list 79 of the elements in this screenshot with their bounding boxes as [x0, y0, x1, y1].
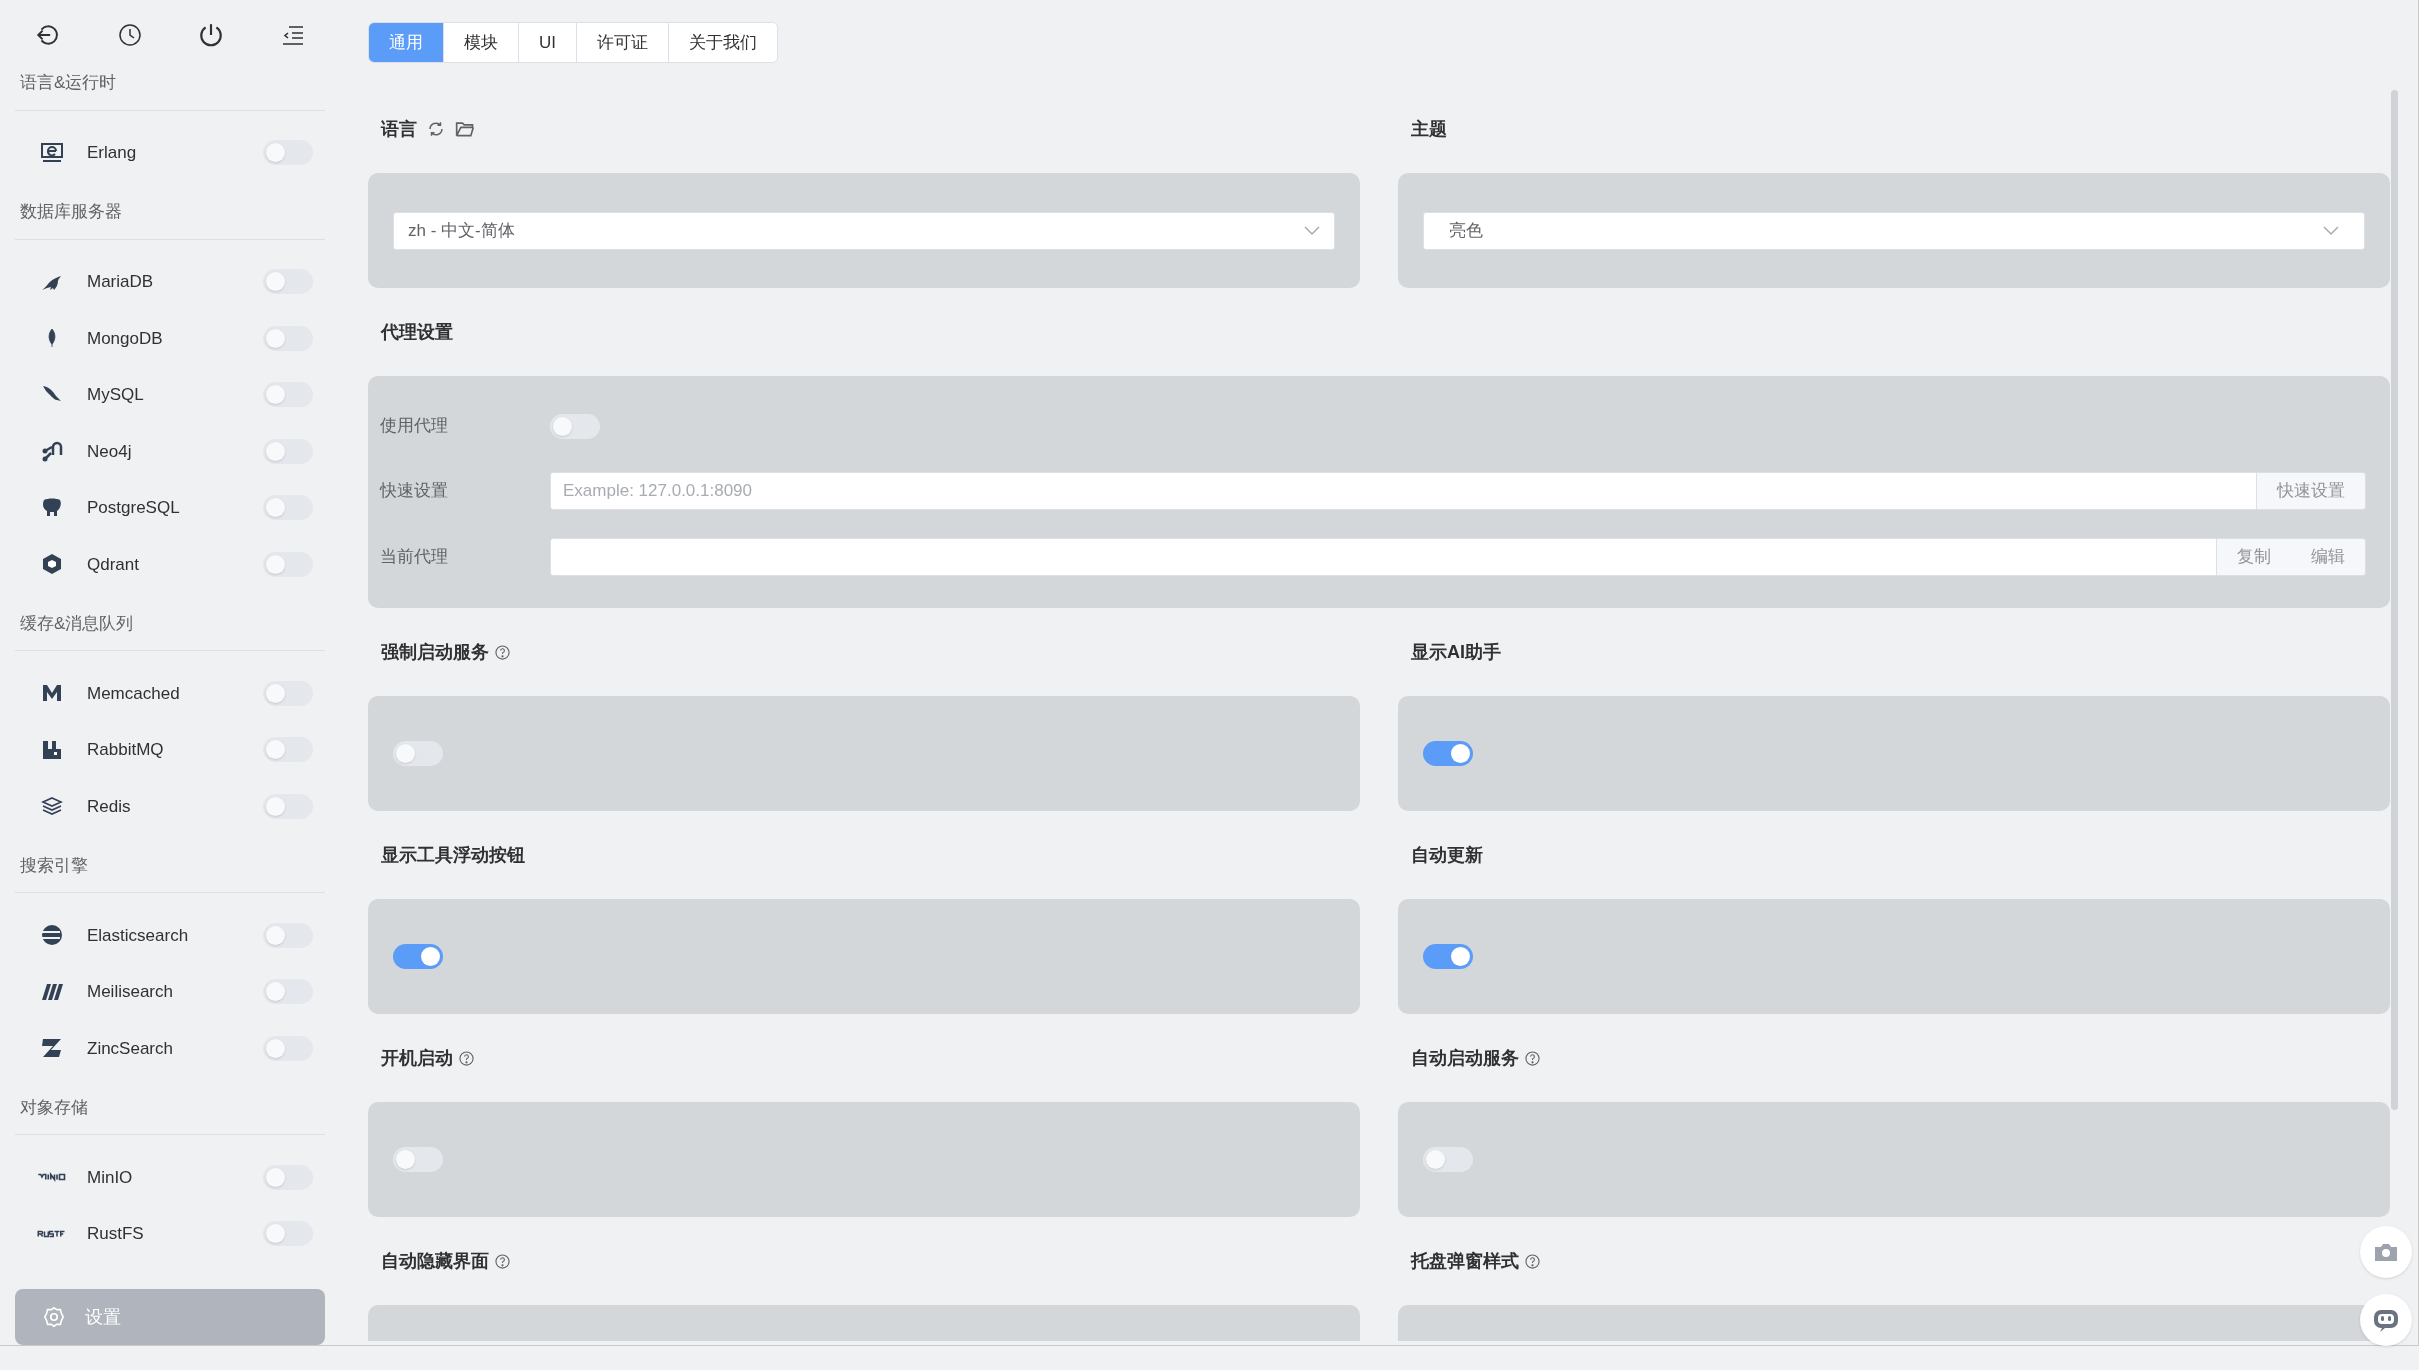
- group-header: 缓存&消息队列: [15, 610, 325, 651]
- service-name: ZincSearch: [87, 1037, 174, 1060]
- help-icon[interactable]: [495, 644, 510, 660]
- service-name: Elasticsearch: [87, 924, 190, 947]
- toggle-switch[interactable]: [263, 1164, 313, 1190]
- toggle-switch[interactable]: [263, 737, 313, 763]
- option-title: 强制启动服务: [381, 640, 489, 664]
- toggle-switch[interactable]: [263, 269, 313, 295]
- service-name: Erlang: [87, 142, 138, 164]
- wordmark-icon: [37, 1228, 67, 1239]
- chevron-down-icon: [1304, 225, 1320, 236]
- toggle-switch[interactable]: [393, 1147, 443, 1172]
- group-header: 搜索引擎: [15, 852, 325, 893]
- service-name: Memcached: [87, 682, 181, 705]
- toggle-switch[interactable]: [550, 413, 600, 439]
- group-header: 数据库服务器: [15, 199, 325, 240]
- toggle-switch[interactable]: [263, 325, 313, 351]
- refresh-icon[interactable]: [427, 120, 445, 138]
- toggle-switch[interactable]: [1423, 1147, 1473, 1172]
- option-title: 托盘弹窗样式: [1411, 1249, 1519, 1273]
- toggle-switch[interactable]: [263, 382, 313, 408]
- service-name: PostgreSQL: [87, 497, 181, 519]
- toggle-switch[interactable]: [263, 979, 313, 1005]
- section-title: 主题: [1411, 117, 1447, 141]
- option-title: 自动更新: [1411, 843, 1483, 867]
- field-label: 当前代理: [380, 546, 449, 569]
- service-name: Neo4j: [87, 440, 133, 463]
- service-name: Meilisearch: [87, 981, 174, 1003]
- service-name: RustFS: [87, 1223, 145, 1245]
- toggle-switch[interactable]: [263, 495, 313, 521]
- service-name: MongoDB: [87, 327, 164, 350]
- chevron-down-icon: [2323, 225, 2339, 236]
- help-icon[interactable]: [495, 1253, 510, 1269]
- toggle-switch[interactable]: [1423, 741, 1473, 766]
- folder-icon[interactable]: [455, 120, 475, 138]
- group-header: 语言&运行时: [15, 70, 325, 111]
- toggle-switch[interactable]: [393, 741, 443, 766]
- service-name: Qdrant: [87, 553, 140, 576]
- settings-icon: [43, 1306, 65, 1328]
- option-title: 显示工具浮动按钮: [381, 843, 525, 867]
- section-title: 语言: [381, 117, 417, 141]
- option-title: 开机启动: [381, 1046, 453, 1070]
- help-icon[interactable]: [1525, 1050, 1540, 1066]
- toggle-switch[interactable]: [263, 140, 313, 166]
- robot-icon: [2371, 1307, 2401, 1333]
- toggle-switch[interactable]: [393, 944, 443, 969]
- toggle-switch[interactable]: [263, 680, 313, 706]
- robot-float-button[interactable]: [2360, 1294, 2412, 1346]
- clock-icon[interactable]: [117, 23, 142, 47]
- toggle-switch[interactable]: [263, 1221, 313, 1247]
- camera-float-button[interactable]: [2360, 1226, 2412, 1278]
- service-name: RabbitMQ: [87, 739, 165, 761]
- field-label: 使用代理: [380, 415, 449, 438]
- service-name: MySQL: [87, 384, 145, 406]
- language-select[interactable]: zh - 中文-简体: [393, 211, 1335, 250]
- service-name: Redis: [87, 795, 132, 818]
- help-icon[interactable]: [459, 1050, 474, 1066]
- option-title: 显示AI助手: [1411, 640, 1501, 664]
- toggle-switch[interactable]: [263, 922, 313, 948]
- service-name: MinIO: [87, 1166, 134, 1189]
- camera-icon: [2373, 1241, 2399, 1263]
- power-icon[interactable]: [198, 22, 225, 48]
- theme-select[interactable]: 亮色: [1423, 211, 2365, 250]
- option-title: 自动启动服务: [1411, 1046, 1519, 1070]
- scrollbar[interactable]: [2391, 90, 2398, 1110]
- toggle-switch[interactable]: [1423, 944, 1473, 969]
- logout-icon[interactable]: [35, 22, 61, 48]
- toggle-switch[interactable]: [263, 438, 313, 464]
- service-name: MariaDB: [87, 271, 155, 293]
- option-title: 自动隐藏界面: [381, 1249, 489, 1273]
- toggle-switch[interactable]: [263, 793, 313, 819]
- group-header: 对象存储: [15, 1094, 325, 1135]
- toggle-switch[interactable]: [263, 551, 313, 577]
- section-title: 代理设置: [381, 320, 453, 344]
- wordmark-icon: [37, 1172, 67, 1183]
- help-icon[interactable]: [1525, 1253, 1540, 1269]
- menu-collapse-icon[interactable]: [280, 24, 305, 46]
- toggle-switch[interactable]: [263, 1035, 313, 1061]
- field-label: 快速设置: [380, 480, 449, 503]
